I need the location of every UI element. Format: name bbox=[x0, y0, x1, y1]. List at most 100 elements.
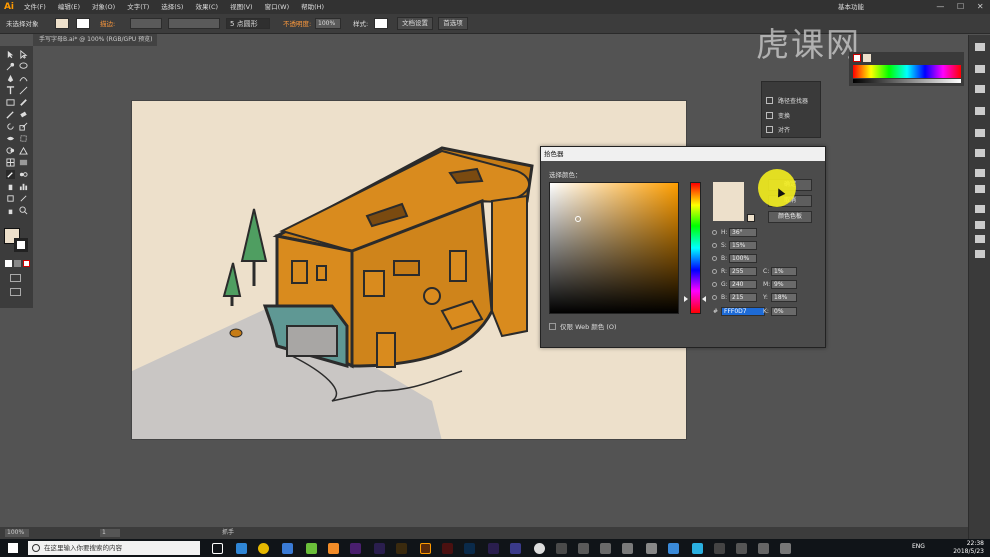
hand-tool-icon[interactable] bbox=[6, 206, 15, 215]
app-icon-2[interactable] bbox=[306, 543, 317, 554]
gradient-tool-icon[interactable] bbox=[19, 158, 28, 167]
align-panel-button[interactable]: 对齐 bbox=[766, 123, 790, 135]
pen-tool-icon[interactable] bbox=[6, 74, 15, 83]
app-icon-4[interactable] bbox=[510, 543, 521, 554]
blend-tool-icon[interactable] bbox=[19, 170, 28, 179]
width-tool-icon[interactable] bbox=[6, 134, 15, 143]
brushes-icon[interactable] bbox=[975, 129, 985, 137]
web-colors-only-option[interactable]: 仅限 Web 颜色 (O) bbox=[549, 321, 617, 331]
none-mode-icon[interactable] bbox=[23, 260, 30, 267]
stroke-color-swatch[interactable] bbox=[14, 238, 28, 252]
brightness-input[interactable]: 100% bbox=[729, 254, 757, 263]
artboard-tool-icon[interactable] bbox=[6, 194, 15, 203]
pathfinder-panel-button[interactable]: 路径查找器 bbox=[766, 94, 808, 106]
bridge-icon[interactable] bbox=[396, 543, 407, 554]
opacity-field[interactable]: 100% bbox=[315, 18, 341, 29]
hue-radio[interactable] bbox=[712, 230, 717, 235]
app-icon[interactable] bbox=[282, 543, 293, 554]
screen-mode-icon[interactable] bbox=[10, 288, 21, 296]
mesh-tool-icon[interactable] bbox=[6, 158, 15, 167]
magenta-input[interactable]: 9% bbox=[771, 280, 797, 289]
selection-tool-icon[interactable] bbox=[6, 50, 15, 59]
menu-file[interactable]: 文件(F) bbox=[18, 0, 52, 14]
column-graph-tool-icon[interactable] bbox=[19, 182, 28, 191]
web-safe-warning-icon[interactable] bbox=[747, 214, 755, 222]
app-icon-10[interactable] bbox=[646, 543, 657, 554]
web-colors-checkbox[interactable] bbox=[549, 322, 556, 330]
yellow-input[interactable]: 18% bbox=[771, 293, 797, 302]
green-radio[interactable] bbox=[712, 282, 717, 287]
edge-icon[interactable] bbox=[236, 543, 247, 554]
app-icon-3[interactable] bbox=[328, 543, 339, 554]
workspace-switcher[interactable]: 基本功能 bbox=[838, 0, 864, 14]
blue-input[interactable]: 215 bbox=[729, 293, 757, 302]
saturation-input[interactable]: 15% bbox=[729, 241, 757, 250]
transform-panel-button[interactable]: 变换 bbox=[766, 109, 790, 121]
line-tool-icon[interactable] bbox=[19, 86, 28, 95]
app-icon-15[interactable] bbox=[758, 543, 769, 554]
close-button[interactable]: ✕ bbox=[977, 0, 984, 14]
color-guide-icon[interactable] bbox=[975, 65, 985, 73]
red-radio[interactable] bbox=[712, 269, 717, 274]
curvature-tool-icon[interactable] bbox=[19, 74, 28, 83]
app-icon-9[interactable] bbox=[622, 543, 633, 554]
color-mode-icon[interactable] bbox=[5, 260, 12, 267]
symbols-icon[interactable] bbox=[975, 149, 985, 157]
app-icon-16[interactable] bbox=[780, 543, 791, 554]
rectangle-tool-icon[interactable] bbox=[6, 98, 15, 107]
swatches-icon[interactable] bbox=[975, 107, 985, 115]
transparency-icon[interactable] bbox=[975, 221, 985, 229]
flash-icon[interactable] bbox=[442, 543, 453, 554]
appearance-icon[interactable] bbox=[975, 235, 985, 243]
app-icon-13[interactable] bbox=[714, 543, 725, 554]
menu-window[interactable]: 窗口(W) bbox=[259, 0, 296, 14]
color-spectrum[interactable] bbox=[853, 65, 961, 78]
brush-select[interactable]: 5 点圆形 bbox=[226, 18, 270, 29]
symbol-sprayer-tool-icon[interactable] bbox=[6, 182, 15, 191]
stroke-panel-icon[interactable] bbox=[975, 185, 985, 193]
variable-width-select[interactable] bbox=[168, 18, 220, 29]
brightness-radio[interactable] bbox=[712, 256, 717, 261]
cyan-input[interactable]: 1% bbox=[771, 267, 797, 276]
saturation-radio[interactable] bbox=[712, 243, 717, 248]
illustrator-icon[interactable] bbox=[420, 543, 431, 554]
shape-builder-tool-icon[interactable] bbox=[6, 146, 15, 155]
properties-icon[interactable] bbox=[975, 85, 985, 93]
eyedropper-tool-icon[interactable] bbox=[6, 170, 15, 179]
menu-type[interactable]: 文字(T) bbox=[121, 0, 155, 14]
type-tool-icon[interactable] bbox=[6, 86, 15, 95]
stroke-label[interactable]: 描边: bbox=[100, 18, 115, 30]
zoom-field[interactable]: 100% bbox=[5, 529, 29, 537]
layers-icon[interactable] bbox=[975, 250, 985, 258]
opacity-label[interactable]: 不透明度: bbox=[283, 18, 311, 30]
minimize-button[interactable]: — bbox=[936, 0, 944, 14]
original-color-swatch[interactable] bbox=[713, 202, 744, 221]
document-setup-button[interactable]: 文档设置 bbox=[397, 17, 433, 30]
hue-left-arrow-icon[interactable] bbox=[684, 296, 688, 302]
artboard-number-field[interactable]: 1 bbox=[100, 529, 120, 537]
fill-swatch[interactable] bbox=[55, 18, 69, 29]
gradient-panel-icon[interactable] bbox=[975, 205, 985, 213]
direct-selection-tool-icon[interactable] bbox=[19, 50, 28, 59]
perspective-grid-tool-icon[interactable] bbox=[19, 146, 28, 155]
grayscale-ramp[interactable] bbox=[853, 79, 961, 83]
red-input[interactable]: 255 bbox=[729, 267, 757, 276]
hex-input[interactable]: FFF0D7 bbox=[721, 307, 765, 316]
after-effects-icon-2[interactable] bbox=[488, 543, 499, 554]
after-effects-icon[interactable] bbox=[374, 543, 385, 554]
stroke-weight-field[interactable] bbox=[130, 18, 162, 29]
scale-tool-icon[interactable] bbox=[19, 122, 28, 131]
free-transform-tool-icon[interactable] bbox=[19, 134, 28, 143]
cortana-icon[interactable] bbox=[32, 544, 40, 552]
draw-mode-icon[interactable] bbox=[10, 274, 21, 282]
pencil-tool-icon[interactable] bbox=[6, 110, 15, 119]
black-input[interactable]: 0% bbox=[771, 307, 797, 316]
dialog-title[interactable]: 拾色器 bbox=[541, 147, 825, 161]
premiere-icon[interactable] bbox=[350, 543, 361, 554]
rotate-tool-icon[interactable] bbox=[6, 122, 15, 131]
hue-right-arrow-icon[interactable] bbox=[702, 296, 706, 302]
saturation-brightness-field[interactable] bbox=[549, 182, 679, 314]
menu-effect[interactable]: 效果(C) bbox=[189, 0, 224, 14]
blue-radio[interactable] bbox=[712, 295, 717, 300]
gradient-mode-icon[interactable] bbox=[14, 260, 21, 267]
